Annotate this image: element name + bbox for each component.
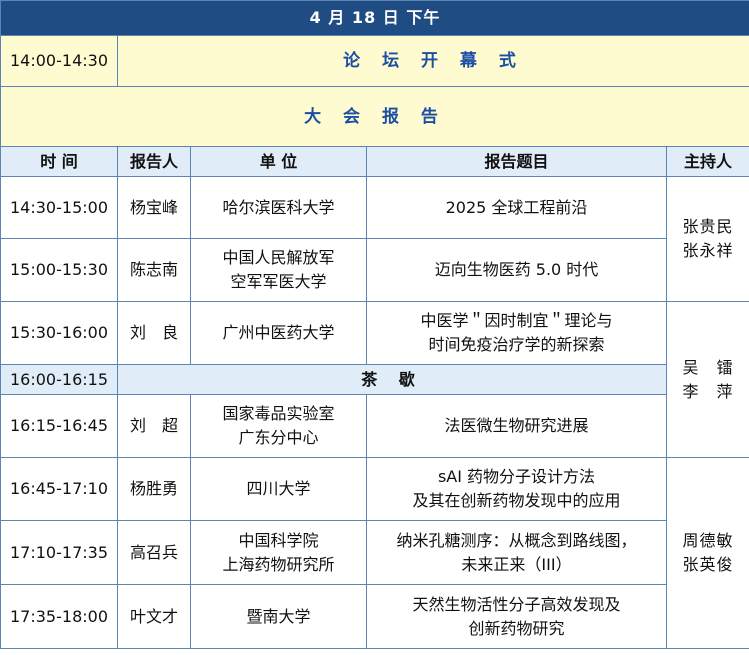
unit-line: 暨南大学 (246, 606, 311, 626)
speaker-name: 叶文才 (117, 584, 191, 649)
speaker-name: 杨胜勇 (117, 457, 191, 521)
table-row: 17:10-17:35 高召兵 中国科学院 上海药物研究所 纳米孔糖测序：从概念… (0, 520, 749, 585)
topic-line: 法医微生物研究进展 (444, 416, 589, 435)
host-name: 张英俊 (682, 555, 734, 574)
unit-line: 上海药物研究所 (222, 554, 335, 574)
speaker-unit: 四川大学 (190, 457, 367, 521)
col-header-unit: 单 位 (190, 146, 367, 177)
topic-line: 中医学＂因时制宜＂理论与 (420, 311, 613, 330)
topic-line: 及其在创新药物发现中的应用 (412, 491, 621, 510)
col-header-topic: 报告题目 (366, 146, 667, 177)
col-header-time: 时 间 (0, 146, 118, 177)
table-row: 16:15-16:45 刘 超 国家毒品实验室 广东分中心 法医微生物研究进展 (0, 394, 749, 458)
speaker-name: 高召兵 (117, 520, 191, 585)
host-cell: 张贵民 张永祥 (666, 176, 749, 302)
topic-line: 创新药物研究 (468, 618, 565, 638)
talk-time: 16:15-16:45 (0, 394, 118, 458)
table-row: 15:00-15:30 陈志南 中国人民解放军 空军军医大学 迈向生物医药 5.… (0, 238, 749, 302)
talk-time: 15:30-16:00 (0, 301, 118, 365)
talk-time: 17:35-18:00 (0, 584, 118, 649)
unit-line: 哈尔滨医科大学 (222, 197, 335, 217)
talk-topic: 2025 全球工程前沿 (366, 176, 667, 239)
speaker-unit: 广州中医药大学 (190, 301, 367, 365)
topic-line: 纳米孔糖测序：从概念到路线图， (396, 530, 637, 550)
talk-topic: 法医微生物研究进展 (366, 394, 667, 458)
topic-line: 2025 全球工程前沿 (445, 197, 588, 217)
plenary-row: 大 会 报 告 (0, 86, 749, 147)
unit-line: 中国人民解放军 (222, 248, 335, 267)
speaker-name: 杨宝峰 (117, 176, 191, 239)
topic-line: 天然生物活性分子高效发现及 (412, 594, 621, 614)
table-row: 14:30-15:00 杨宝峰 哈尔滨医科大学 2025 全球工程前沿 张贵民 … (0, 176, 749, 302)
speaker-unit: 暨南大学 (190, 584, 367, 649)
tea-break-row: 16:00-16:15 茶 歇 (0, 364, 749, 395)
talk-time: 16:45-17:10 (0, 457, 118, 521)
host-name: 吴 镭 (682, 357, 734, 377)
speaker-unit: 国家毒品实验室 广东分中心 (190, 394, 367, 458)
talk-topic: 纳米孔糖测序：从概念到路线图， 未来正来（III） (366, 520, 667, 585)
speaker-unit: 中国人民解放军 空军军医大学 (190, 238, 367, 302)
col-header-speaker: 报告人 (117, 146, 191, 177)
talk-time: 15:00-15:30 (0, 238, 118, 302)
speaker-name: 刘 超 (117, 394, 191, 458)
talk-topic: 迈向生物医药 5.0 时代 (366, 238, 667, 302)
host-name: 周德敏 (682, 531, 734, 550)
session-date: 4 月 18 日 下午 (0, 0, 749, 36)
speaker-name: 陈志南 (117, 238, 191, 302)
col-header-host: 主持人 (666, 146, 749, 177)
table-row: 17:35-18:00 叶文才 暨南大学 天然生物活性分子高效发现及 创新药物研… (0, 584, 749, 649)
tea-break-time: 16:00-16:15 (0, 364, 118, 395)
table-row: 15:30-16:00 刘 良 广州中医药大学 中医学＂因时制宜＂理论与 时间免… (0, 301, 749, 458)
unit-line: 空军军医大学 (230, 272, 327, 291)
tea-break-title: 茶 歇 (117, 364, 667, 395)
date-header-row: 4 月 18 日 下午 (0, 0, 749, 36)
talk-time: 17:10-17:35 (0, 520, 118, 585)
talk-topic: 中医学＂因时制宜＂理论与 时间免疫治疗学的新探索 (366, 301, 667, 365)
unit-line: 四川大学 (246, 479, 311, 498)
speaker-unit: 中国科学院 上海药物研究所 (190, 520, 367, 585)
topic-line: 时间免疫治疗学的新探索 (428, 335, 605, 354)
unit-line: 中国科学院 (238, 530, 319, 550)
topic-line: sAI 药物分子设计方法 (437, 467, 596, 486)
schedule-table: 4 月 18 日 下午 14:00-14:30 论 坛 开 幕 式 大 会 报 … (0, 0, 749, 649)
table-row: 16:45-17:10 杨胜勇 四川大学 sAI 药物分子设计方法 及其在创新药… (0, 457, 749, 649)
talk-topic: 天然生物活性分子高效发现及 创新药物研究 (366, 584, 667, 649)
opening-title: 论 坛 开 幕 式 (117, 35, 749, 87)
opening-time: 14:00-14:30 (0, 35, 118, 87)
host-name: 李 萍 (682, 381, 734, 401)
unit-line: 广州中医药大学 (222, 323, 335, 342)
topic-line: 迈向生物医药 5.0 时代 (434, 260, 599, 279)
unit-line: 国家毒品实验室 (222, 404, 335, 423)
host-cell: 周德敏 张英俊 (666, 457, 749, 649)
host-cell: 吴 镭 李 萍 (666, 301, 749, 458)
host-name: 张贵民 (682, 217, 734, 236)
host-name: 张永祥 (682, 241, 734, 260)
speaker-name: 刘 良 (117, 301, 191, 365)
talk-time: 14:30-15:00 (0, 176, 118, 239)
topic-line: 未来正来（III） (461, 554, 572, 574)
speaker-unit: 哈尔滨医科大学 (190, 176, 367, 239)
plenary-title: 大 会 报 告 (0, 86, 749, 147)
unit-line: 广东分中心 (238, 428, 319, 447)
talk-topic: sAI 药物分子设计方法 及其在创新药物发现中的应用 (366, 457, 667, 521)
opening-row: 14:00-14:30 论 坛 开 幕 式 (0, 35, 749, 87)
column-header-row: 时 间 报告人 单 位 报告题目 主持人 (0, 146, 749, 177)
